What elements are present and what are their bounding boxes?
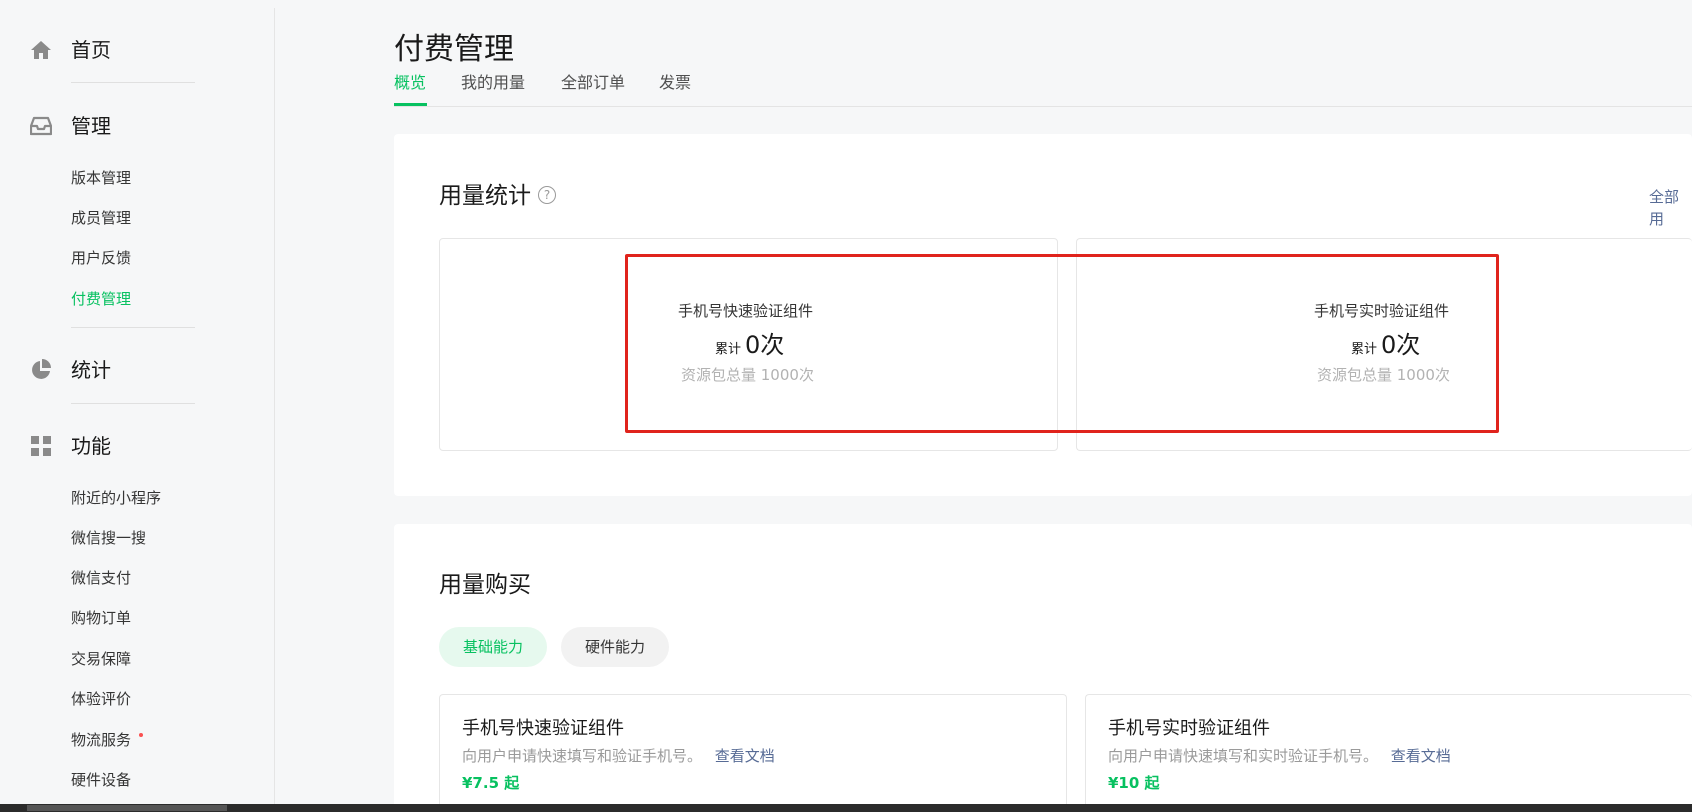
sidebar-item-review[interactable]: 体验评价	[71, 688, 131, 710]
sidebar: 首页 管理 版本管理 成员管理 用户反馈 付费管理 统计 功能 附近的小程序 微…	[0, 0, 274, 812]
horizontal-scrollbar[interactable]	[0, 804, 1692, 812]
view-doc-link[interactable]: 查看文档	[1391, 747, 1451, 765]
product-name: 手机号实时验证组件	[1108, 718, 1270, 739]
sidebar-divider	[71, 403, 195, 404]
product-desc-text: 向用户申请快速填写和验证手机号。	[462, 747, 703, 765]
tab-all-orders[interactable]: 全部订单	[561, 72, 625, 94]
filter-basic-ability[interactable]: 基础能力	[439, 627, 547, 667]
view-doc-link[interactable]: 查看文档	[715, 747, 775, 765]
nav-home[interactable]: 首页	[0, 28, 274, 68]
sidebar-item-feedback[interactable]: 用户反馈	[71, 247, 131, 269]
tab-bar: 概览 我的用量 全部订单 发票	[394, 70, 1692, 107]
sidebar-item-orders[interactable]: 购物订单	[71, 607, 131, 629]
sidebar-item-guarantee[interactable]: 交易保障	[71, 648, 131, 670]
nav-home-label: 首页	[71, 38, 111, 62]
sidebar-border	[274, 8, 275, 804]
product-desc-text: 向用户申请快速填写和实时验证手机号。	[1108, 747, 1379, 765]
tab-my-usage[interactable]: 我的用量	[461, 72, 525, 94]
product-price: ¥10 起	[1108, 774, 1160, 792]
filter-hardware-ability[interactable]: 硬件能力	[561, 627, 669, 667]
tab-overview[interactable]: 概览	[394, 72, 426, 94]
product-description: 向用户申请快速填写和验证手机号。 查看文档	[462, 746, 775, 766]
sidebar-item-logistics[interactable]: 物流服务	[71, 729, 131, 751]
scrollbar-thumb[interactable]	[27, 805, 227, 811]
product-description: 向用户申请快速填写和实时验证手机号。 查看文档	[1108, 746, 1451, 766]
product-name: 手机号快速验证组件	[462, 718, 624, 739]
tab-active-indicator	[394, 103, 427, 106]
page-title: 付费管理	[394, 32, 514, 68]
nav-stats[interactable]: 统计	[0, 348, 274, 388]
product-price: ¥7.5 起	[462, 774, 520, 792]
highlight-annotation-box	[625, 254, 1499, 433]
sidebar-item-billing[interactable]: 付费管理	[71, 288, 131, 310]
sidebar-item-version[interactable]: 版本管理	[71, 167, 131, 189]
sidebar-item-members[interactable]: 成员管理	[71, 207, 131, 229]
sidebar-item-nearby[interactable]: 附近的小程序	[71, 487, 161, 509]
nav-manage-label: 管理	[71, 114, 111, 138]
pie-chart-icon	[30, 359, 52, 381]
sidebar-item-hardware[interactable]: 硬件设备	[71, 769, 131, 791]
tab-invoice[interactable]: 发票	[659, 72, 691, 94]
sidebar-divider	[71, 327, 195, 328]
grid-icon	[30, 435, 52, 457]
product-card-realtime-verify[interactable]: 手机号实时验证组件 向用户申请快速填写和实时验证手机号。 查看文档 ¥10 起	[1085, 694, 1692, 812]
all-usage-link[interactable]: 全部用	[1649, 186, 1692, 230]
usage-purchase-title: 用量购买	[439, 572, 531, 598]
nav-features-label: 功能	[71, 434, 111, 458]
sidebar-item-pay[interactable]: 微信支付	[71, 567, 131, 589]
usage-stats-title: 用量统计	[439, 183, 531, 209]
product-card-fast-verify[interactable]: 手机号快速验证组件 向用户申请快速填写和验证手机号。 查看文档 ¥7.5 起	[439, 694, 1067, 812]
sidebar-item-search[interactable]: 微信搜一搜	[71, 527, 146, 549]
nav-manage[interactable]: 管理	[0, 104, 274, 144]
inbox-icon	[30, 115, 52, 137]
sidebar-divider	[71, 82, 195, 83]
nav-features[interactable]: 功能	[0, 424, 274, 464]
notification-dot	[139, 733, 143, 737]
home-icon	[30, 39, 52, 61]
nav-stats-label: 统计	[71, 358, 111, 382]
question-circle-icon[interactable]: ?	[538, 186, 556, 204]
